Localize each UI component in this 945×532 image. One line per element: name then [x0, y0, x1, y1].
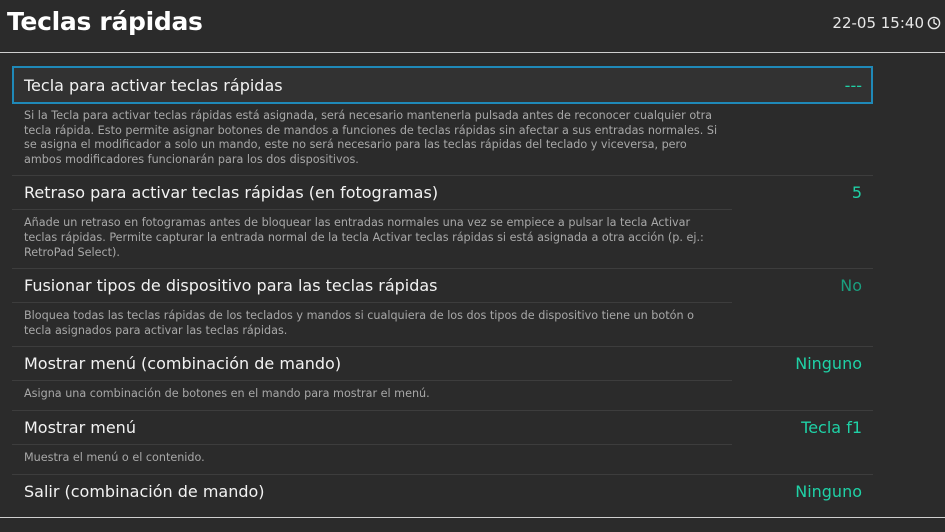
setting-value: ---: [844, 75, 862, 95]
setting-description: Si la Tecla para activar teclas rápidas …: [24, 109, 718, 166]
setting-merge-device-types[interactable]: Fusionar tipos de dispositivo para las t…: [12, 268, 873, 302]
setting-value: 5: [851, 183, 862, 203]
setting-value: Ninguno: [795, 481, 862, 501]
header-divider: [0, 52, 945, 53]
setting-value: Ninguno: [795, 354, 862, 374]
setting-label: Salir (combinación de mando): [24, 481, 265, 501]
setting-label: Mostrar menú (combinación de mando): [24, 354, 342, 374]
setting-label: Mostrar menú: [24, 417, 136, 437]
setting-quit-combo[interactable]: Salir (combinación de mando) Ninguno: [12, 473, 873, 508]
settings-list: Tecla para activar teclas rápidas --- Si…: [12, 66, 873, 517]
page-title: Teclas rápidas: [7, 7, 203, 36]
setting-description: Añade un retraso en fotogramas antes de …: [12, 209, 732, 268]
setting-menu-combo[interactable]: Mostrar menú (combinación de mando) Ning…: [12, 346, 873, 380]
setting-hotkey-delay[interactable]: Retraso para activar teclas rápidas (en …: [12, 175, 873, 209]
setting-description: Asigna una combinación de botones en el …: [12, 380, 732, 410]
setting-description: Bloquea todas las teclas rápidas de los …: [12, 302, 732, 346]
setting-label: Tecla para activar teclas rápidas: [24, 75, 283, 95]
header: Teclas rápidas 22-05 15:40: [0, 0, 945, 52]
setting-hotkey-enable[interactable]: Tecla para activar teclas rápidas ---: [12, 66, 873, 104]
setting-value: Tecla f1: [801, 417, 862, 437]
footer-divider: [0, 517, 945, 518]
clock-icon: [927, 16, 941, 30]
setting-label: Retraso para activar teclas rápidas (en …: [24, 183, 439, 203]
setting-label: Fusionar tipos de dispositivo para las t…: [24, 276, 438, 296]
setting-menu-toggle[interactable]: Mostrar menú Tecla f1: [12, 409, 873, 444]
clock: 22-05 15:40: [832, 14, 941, 32]
datetime-text: 22-05 15:40: [832, 14, 924, 32]
setting-description: Muestra el menú o el contenido.: [12, 443, 732, 474]
setting-value: No: [840, 276, 862, 296]
